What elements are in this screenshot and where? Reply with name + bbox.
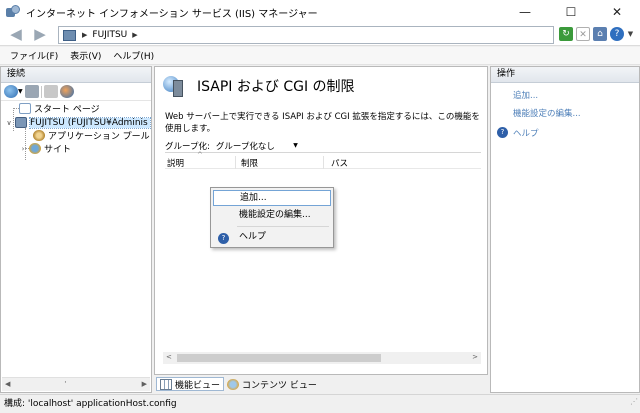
context-menu-edit-settings[interactable]: 機能設定の編集...	[213, 208, 331, 224]
menu-file[interactable]: ファイル(F)	[0, 49, 64, 62]
connections-horizontal-scrollbar[interactable]: ◀ · ▶	[2, 377, 150, 391]
new-connection-icon[interactable]	[4, 85, 18, 98]
forward-arrow-icon: ▶	[34, 25, 46, 43]
help-icon[interactable]: ?	[610, 27, 624, 41]
save-icon[interactable]	[24, 85, 39, 98]
context-menu-help-label: ヘルプ	[239, 232, 267, 242]
tree-item-label: アプリケーション プール	[48, 132, 150, 142]
scroll-thumb-grip[interactable]: ·	[64, 378, 67, 388]
sort-indicator-icon: ^	[197, 151, 203, 159]
tree-item-app-pools[interactable]: アプリケーション プール	[33, 129, 150, 142]
actions-pane: 操作 追加... 機能設定の編集... ? ヘルプ	[490, 66, 640, 393]
up-level-icon[interactable]	[43, 85, 58, 98]
breadcrumb-chevron[interactable]: ▶	[132, 31, 137, 39]
breadcrumb-server[interactable]: FUJITSU	[92, 30, 127, 40]
toolbar-divider	[40, 85, 42, 98]
tree-item-label: スタート ページ	[34, 105, 100, 115]
collapse-chevron-icon[interactable]: ›	[19, 145, 27, 153]
view-switcher: 機能ビュー コンテンツ ビュー	[156, 376, 320, 392]
column-header-description[interactable]: 説明	[167, 157, 184, 169]
content-view-icon	[227, 378, 240, 390]
dropdown-arrow-icon: ▼	[293, 142, 298, 149]
scroll-right-icon[interactable]: >	[472, 353, 478, 361]
connections-header: 接続	[1, 67, 151, 83]
iis-app-icon	[6, 5, 20, 19]
server-icon	[15, 117, 27, 128]
feature-header: ISAPI および CGI の制限	[163, 74, 355, 98]
connections-tree: スタート ページ ∨ FUJITSU (FUJITSU¥Adminis アプリケ…	[1, 101, 151, 321]
home-icon[interactable]: ⌂	[593, 27, 607, 41]
scroll-right-icon[interactable]: ▶	[142, 380, 147, 388]
column-divider[interactable]	[323, 156, 324, 169]
column-header-restriction[interactable]: 制限	[241, 157, 258, 169]
menu-bar: ファイル(F) 表示(V) ヘルプ(H)	[0, 47, 640, 65]
refresh-icon[interactable]: ↻	[559, 27, 573, 41]
status-bar: 構成: 'localhost' applicationHost.config ⋰	[0, 394, 640, 413]
forward-button[interactable]: ▶	[30, 26, 50, 44]
list-horizontal-scrollbar[interactable]: < >	[163, 352, 481, 364]
tree-item-label: サイト	[44, 145, 72, 155]
action-edit-settings-link[interactable]: 機能設定の編集...	[513, 107, 581, 119]
address-bar: ◀ ▶ ▶ FUJITSU ▶ ↻ ✕ ⌂ ? ▼	[0, 24, 640, 46]
group-by-label: グループ化:	[165, 141, 210, 152]
column-header-path[interactable]: パス	[331, 157, 348, 169]
address-toolbar: ↻ ✕ ⌂ ? ▼	[559, 27, 634, 41]
tree-item-start-page[interactable]: スタート ページ	[19, 102, 100, 115]
group-by-bar: グループ化: グループ化なし ▼	[165, 139, 481, 153]
back-button[interactable]: ◀	[6, 26, 26, 44]
status-text: 構成: 'localhost' applicationHost.config	[4, 399, 177, 409]
dropdown-arrow-icon[interactable]: ▼	[18, 88, 23, 95]
context-menu: 追加... 機能設定の編集... ? ヘルプ	[210, 187, 334, 248]
tree-item-label: FUJITSU (FUJITSU¥Adminis	[29, 116, 151, 129]
tab-features-view[interactable]: 機能ビュー	[156, 377, 225, 391]
menu-help[interactable]: ヘルプ(H)	[107, 49, 160, 62]
tree-item-server[interactable]: ∨ FUJITSU (FUJITSU¥Adminis	[5, 116, 151, 129]
expand-chevron-icon[interactable]: ∨	[5, 119, 13, 127]
server-icon	[63, 29, 76, 41]
back-arrow-icon: ◀	[10, 25, 22, 43]
start-page-icon	[19, 103, 31, 114]
group-by-value: グループ化なし	[215, 141, 275, 152]
tab-label: コンテンツ ビュー	[242, 380, 317, 391]
context-menu-help[interactable]: ? ヘルプ	[213, 230, 331, 246]
column-divider[interactable]	[235, 156, 236, 169]
connections-toolbar: ▼	[1, 83, 151, 101]
help-icon: ?	[218, 233, 229, 244]
scroll-thumb[interactable]	[177, 354, 381, 362]
breadcrumb-separator: ▶	[82, 31, 88, 39]
page-title: ISAPI および CGI の制限	[197, 79, 355, 95]
stop-icon[interactable]: ✕	[576, 27, 590, 41]
action-add-link[interactable]: 追加...	[513, 89, 538, 101]
group-by-select[interactable]: グループ化なし ▼	[214, 140, 300, 152]
tab-content-view[interactable]: コンテンツ ビュー	[224, 377, 320, 391]
features-view-icon	[160, 378, 172, 390]
menu-view[interactable]: 表示(V)	[64, 49, 107, 62]
app-pool-icon	[33, 130, 45, 141]
context-menu-divider	[237, 226, 329, 227]
scroll-left-icon[interactable]: <	[166, 353, 172, 361]
scroll-left-icon[interactable]: ◀	[5, 380, 10, 388]
connect-icon[interactable]	[59, 85, 74, 98]
minimize-button[interactable]: —	[502, 0, 548, 24]
tab-label: 機能ビュー	[175, 380, 221, 391]
actions-header: 操作	[491, 67, 639, 83]
help-dropdown-icon[interactable]: ▼	[627, 27, 634, 41]
maximize-button[interactable]: ☐	[548, 0, 594, 24]
tree-item-sites[interactable]: › サイト	[19, 142, 71, 155]
title-bar: インターネット インフォメーション サービス (IIS) マネージャー — ☐ …	[0, 0, 640, 24]
context-menu-add[interactable]: 追加...	[213, 190, 331, 206]
feature-description: Web サーバー上で実行できる ISAPI および CGI 拡張を指定するには、…	[165, 112, 480, 134]
list-header: ^ 説明 制限 パス	[165, 151, 481, 169]
window-title: インターネット インフォメーション サービス (IIS) マネージャー	[26, 8, 318, 20]
isapi-cgi-restrictions-icon	[163, 74, 185, 98]
sites-icon	[29, 143, 41, 154]
action-help-link[interactable]: ヘルプ	[513, 127, 539, 139]
help-icon: ?	[497, 127, 508, 138]
connections-pane: 接続 ▼ スタート ページ ∨ FUJITSU (FUJITSU¥Adminis…	[0, 66, 152, 393]
close-button[interactable]: ✕	[594, 0, 640, 24]
address-box[interactable]: ▶ FUJITSU ▶	[58, 26, 554, 44]
window-controls: — ☐ ✕	[502, 0, 640, 24]
resize-grip-icon[interactable]: ⋰	[630, 393, 638, 411]
